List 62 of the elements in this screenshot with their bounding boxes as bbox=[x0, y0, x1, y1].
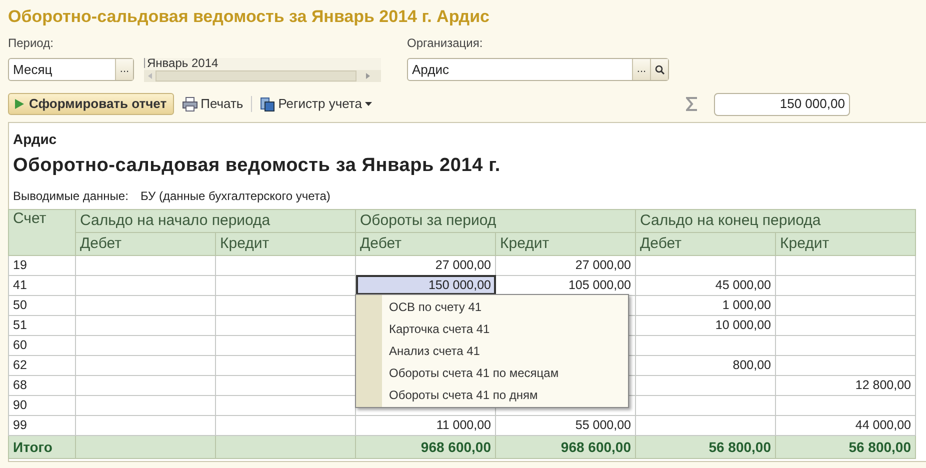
organization-label: Организация: bbox=[407, 35, 484, 52]
column-header: Кредит bbox=[496, 232, 636, 255]
table-cell: 12 800,00 bbox=[776, 375, 916, 395]
table-cell: 56 800,00 bbox=[636, 435, 776, 458]
table-cell: 968 600,00 bbox=[496, 435, 636, 458]
table-cell: 50 bbox=[8, 295, 76, 315]
column-header: Дебет bbox=[636, 232, 776, 255]
window-title: Оборотно-сальдовая ведомость за Январь 2014 г. Ардис bbox=[7, 6, 490, 28]
table-cell: 44 000,00 bbox=[776, 415, 916, 435]
data-value: БУ (данные бухгалтерского учета) bbox=[140, 188, 330, 204]
table-cell: 968 600,00 bbox=[356, 435, 496, 458]
table-cell: 62 bbox=[8, 355, 76, 375]
register-icon bbox=[260, 96, 276, 112]
choose-button[interactable]: ... bbox=[115, 59, 133, 80]
menu-item[interactable]: Карточка счета 41 bbox=[356, 318, 628, 340]
table-cell: 27 000,00 bbox=[496, 255, 636, 275]
generate-report-button[interactable]: Сформировать отчет bbox=[8, 93, 174, 115]
play-icon bbox=[15, 99, 24, 109]
table-cell: 68 bbox=[8, 375, 76, 395]
sum-field: 150 000,00 bbox=[714, 92, 850, 116]
column-header: Сальдо на конец периода bbox=[636, 209, 916, 232]
period-type-field[interactable]: Месяц ... bbox=[8, 58, 134, 81]
table-cell: 55 000,00 bbox=[496, 415, 636, 435]
table-cell: 45 000,00 bbox=[636, 275, 776, 295]
column-header: Дебет bbox=[356, 232, 496, 255]
choose-button[interactable]: ... bbox=[632, 59, 650, 80]
table-cell: 800,00 bbox=[636, 355, 776, 375]
menu-item[interactable]: Обороты счета 41 по дням bbox=[356, 384, 628, 406]
menu-item[interactable]: Обороты счета 41 по месяцам bbox=[356, 362, 628, 384]
column-header: Обороты за период bbox=[356, 209, 636, 232]
period-value: Январь 2014 bbox=[144, 58, 381, 68]
table-cell: 56 800,00 bbox=[776, 435, 916, 458]
caret-icon bbox=[364, 102, 372, 106]
report-organization: Ардис bbox=[12, 130, 58, 149]
column-header: Сальдо на начало периода bbox=[76, 209, 356, 232]
column-header: Кредит bbox=[216, 232, 356, 255]
column-header: Кредит bbox=[776, 232, 916, 255]
table-cell: 90 bbox=[8, 395, 76, 415]
column-header: Счет bbox=[8, 209, 76, 255]
table-cell: 19 bbox=[8, 255, 76, 275]
printer-icon bbox=[182, 96, 198, 112]
table-cell: 41 bbox=[8, 275, 76, 295]
search-button[interactable] bbox=[650, 59, 668, 80]
table-cell: Итого bbox=[8, 435, 76, 458]
table-cell: 51 bbox=[8, 315, 76, 335]
menu-item[interactable]: Анализ счета 41 bbox=[356, 340, 628, 362]
report-title: Оборотно-сальдовая ведомость за Январь 2014 г. bbox=[12, 154, 502, 178]
column-header: Дебет bbox=[76, 232, 216, 255]
register-button[interactable]: Регистр учета bbox=[258, 94, 374, 114]
search-icon bbox=[654, 64, 664, 74]
table-cell: 10 000,00 bbox=[636, 315, 776, 335]
table-cell: 1 000,00 bbox=[636, 295, 776, 315]
menu-item[interactable]: ОСВ по счету 41 bbox=[356, 296, 628, 318]
table-cell: 60 bbox=[8, 335, 76, 355]
table-cell: 11 000,00 bbox=[356, 415, 496, 435]
data-label: Выводимые данные: bbox=[13, 188, 128, 204]
print-button[interactable]: Печать bbox=[180, 94, 246, 114]
sigma-icon bbox=[686, 97, 698, 111]
table-cell: 150 000,00 bbox=[356, 275, 496, 295]
table-cell: 99 bbox=[8, 415, 76, 435]
organization-field[interactable]: Ардис ... bbox=[407, 58, 669, 81]
period-label: Период: bbox=[8, 35, 54, 52]
